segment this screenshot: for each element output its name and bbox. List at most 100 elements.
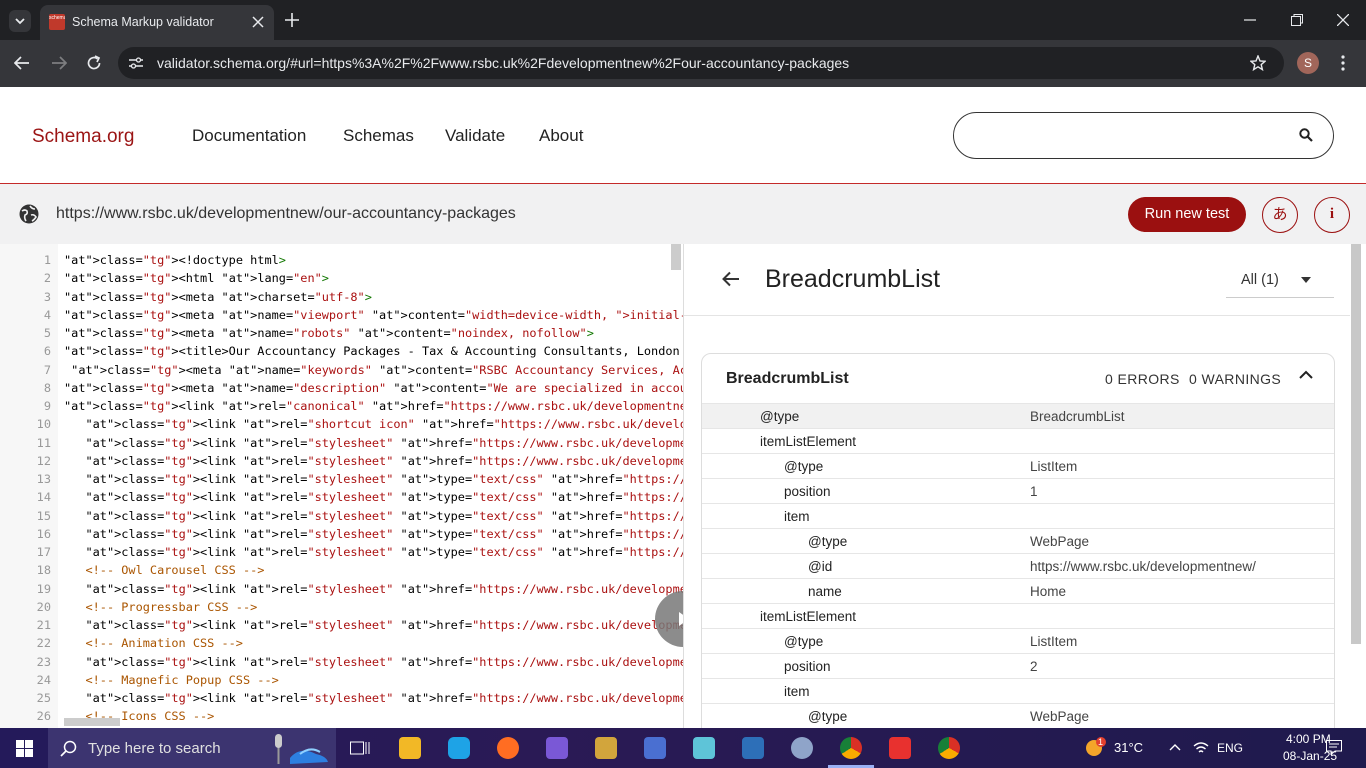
line-number: 4 bbox=[43, 307, 51, 322]
code-vertical-scrollbar[interactable] bbox=[671, 244, 681, 270]
profile-avatar[interactable]: S bbox=[1297, 52, 1319, 74]
line-number: 11 bbox=[36, 435, 51, 450]
property-value: 2 bbox=[1030, 659, 1038, 674]
line-number: 21 bbox=[36, 618, 51, 632]
snipping-tool-icon[interactable] bbox=[595, 737, 617, 759]
back-icon[interactable] bbox=[14, 56, 30, 70]
property-value: ListItem bbox=[1030, 459, 1078, 474]
property-key: itemListElement bbox=[760, 434, 857, 449]
anydesk-icon[interactable] bbox=[889, 737, 911, 759]
results-scrollbar[interactable] bbox=[1351, 244, 1361, 644]
code-line: "at">class="tg"><meta "at">charset="utf-… bbox=[64, 289, 372, 304]
property-key: position bbox=[784, 484, 831, 499]
address-url[interactable]: validator.schema.org/#url=https%3A%2F%2F… bbox=[157, 55, 849, 71]
address-bar[interactable]: validator.schema.org/#url=https%3A%2F%2F… bbox=[118, 47, 1284, 79]
input-language[interactable]: ENG bbox=[1217, 741, 1243, 755]
line-number: 15 bbox=[36, 508, 51, 523]
property-key: @type bbox=[760, 409, 800, 424]
results-title: BreadcrumbList bbox=[765, 265, 941, 293]
code-line: <!-- Magnefic Popup CSS --> bbox=[64, 672, 279, 687]
site-header: Schema.org Documentation Schemas Validat… bbox=[0, 87, 1366, 184]
run-new-test-button[interactable]: Run new test bbox=[1128, 197, 1246, 232]
weather-alert-badge: 1 bbox=[1098, 737, 1104, 747]
source-code-panel[interactable]: 1 2 3 4 5 6 7 8 9 10 11 12 13 14 15 16 17 18 19 20 21 22 23 24 2… bbox=[0, 244, 683, 728]
property-row: itemListElement bbox=[702, 603, 1334, 628]
nav-schemas[interactable]: Schemas bbox=[343, 126, 414, 146]
minimize-icon[interactable] bbox=[1244, 19, 1256, 21]
close-window-icon[interactable] bbox=[1337, 14, 1349, 26]
line-number: 24 bbox=[36, 672, 51, 687]
chrome-icon[interactable] bbox=[840, 737, 862, 759]
code-line: <!-- Animation CSS --> bbox=[64, 636, 243, 651]
bookmark-star-icon[interactable] bbox=[1250, 55, 1266, 71]
notes-app-icon[interactable] bbox=[693, 737, 715, 759]
property-key: @type bbox=[808, 534, 848, 549]
firefox-icon[interactable] bbox=[497, 737, 519, 759]
browser-toolbar: validator.schema.org/#url=https%3A%2F%2F… bbox=[0, 40, 1366, 87]
property-key: @type bbox=[808, 709, 848, 724]
line-number: 7 bbox=[43, 362, 51, 377]
clock-time[interactable]: 4:00 PM bbox=[1286, 732, 1331, 746]
line-number: 3 bbox=[43, 289, 51, 304]
weather-icon[interactable] bbox=[1084, 736, 1108, 758]
result-card: BreadcrumbList 0 ERRORS 0 WARNINGS @type… bbox=[701, 353, 1335, 728]
search-icon[interactable] bbox=[1299, 128, 1313, 142]
code-line: "at">class="tg"><html "at">lang="en"> bbox=[64, 271, 329, 286]
forward-icon[interactable] bbox=[51, 56, 67, 70]
line-number: 2 bbox=[43, 271, 51, 286]
back-arrow-icon[interactable] bbox=[722, 271, 740, 287]
menu-kebab-icon[interactable] bbox=[1341, 55, 1345, 71]
code-line: "at">class="tg"><link "at">rel="canonica… bbox=[64, 399, 683, 413]
tab-title: Schema Markup validator bbox=[72, 15, 214, 29]
nav-documentation[interactable]: Documentation bbox=[192, 126, 306, 146]
code-line: "at">class="tg"><link "at">rel="styleshe… bbox=[85, 490, 683, 505]
results-panel: BreadcrumbList All (1) BreadcrumbList 0 … bbox=[683, 244, 1366, 728]
temperature[interactable]: 31°C bbox=[1114, 740, 1143, 755]
line-number: 8 bbox=[43, 380, 51, 395]
property-row: @type BreadcrumbList bbox=[702, 403, 1334, 428]
restore-icon[interactable] bbox=[1291, 14, 1303, 26]
tab-search-icon[interactable] bbox=[9, 10, 31, 32]
app-icon-a[interactable] bbox=[644, 737, 666, 759]
language-button[interactable]: あ bbox=[1262, 197, 1298, 233]
code-line: "at">class="tg"><title>Our Accountancy P… bbox=[64, 344, 680, 359]
property-value: ListItem bbox=[1030, 634, 1078, 649]
filter-dropdown[interactable]: All (1) bbox=[1226, 260, 1334, 298]
info-button[interactable]: i bbox=[1314, 197, 1350, 233]
file-explorer-icon[interactable] bbox=[399, 737, 421, 759]
site-logo[interactable]: Schema.org bbox=[32, 126, 134, 148]
site-settings-icon[interactable] bbox=[128, 56, 144, 70]
property-key: @id bbox=[808, 559, 833, 574]
close-tab-icon[interactable] bbox=[252, 12, 264, 32]
code-line: "at">class="tg"><meta "at">name="robots"… bbox=[64, 326, 594, 340]
new-tab-icon[interactable] bbox=[285, 13, 299, 27]
task-view-icon[interactable] bbox=[350, 739, 370, 757]
tab-schema-validator[interactable]: schema.org Schema Markup validator bbox=[40, 5, 274, 40]
nav-about[interactable]: About bbox=[539, 126, 583, 146]
reload-icon[interactable] bbox=[86, 55, 102, 71]
code-horizontal-scrollbar[interactable] bbox=[64, 718, 120, 726]
wifi-icon[interactable] bbox=[1193, 741, 1209, 755]
paint-app-icon[interactable] bbox=[791, 737, 813, 759]
site-search-input[interactable] bbox=[953, 112, 1334, 159]
code-line: "at">class="tg"><link "at">rel="styleshe… bbox=[85, 581, 683, 596]
chrome-profile-icon[interactable] bbox=[938, 737, 960, 759]
property-value: Home bbox=[1030, 584, 1067, 599]
property-value: BreadcrumbList bbox=[1030, 409, 1125, 424]
chevron-up-tray-icon[interactable] bbox=[1169, 743, 1181, 751]
property-value[interactable]: https://www.rsbc.uk/developmentnew/ bbox=[1030, 559, 1256, 574]
taskbar-search-input[interactable]: Type here to search bbox=[48, 728, 336, 768]
line-number: 14 bbox=[36, 490, 51, 505]
property-key: position bbox=[784, 659, 831, 674]
nav-validate[interactable]: Validate bbox=[445, 126, 505, 146]
media-app-icon[interactable] bbox=[742, 737, 764, 759]
line-number: 9 bbox=[43, 399, 51, 413]
line-number: 12 bbox=[36, 453, 51, 468]
visual-studio-icon[interactable] bbox=[546, 737, 568, 759]
code-line: "at">class="tg"><link "at">rel="styleshe… bbox=[85, 453, 683, 468]
chevron-up-icon[interactable] bbox=[1299, 370, 1313, 380]
notifications-icon[interactable] bbox=[1326, 740, 1342, 755]
code-line: "at">class="tg"><link "at">rel="styleshe… bbox=[85, 472, 683, 486]
skype-icon[interactable] bbox=[448, 737, 470, 759]
windows-start-icon[interactable] bbox=[16, 740, 33, 757]
